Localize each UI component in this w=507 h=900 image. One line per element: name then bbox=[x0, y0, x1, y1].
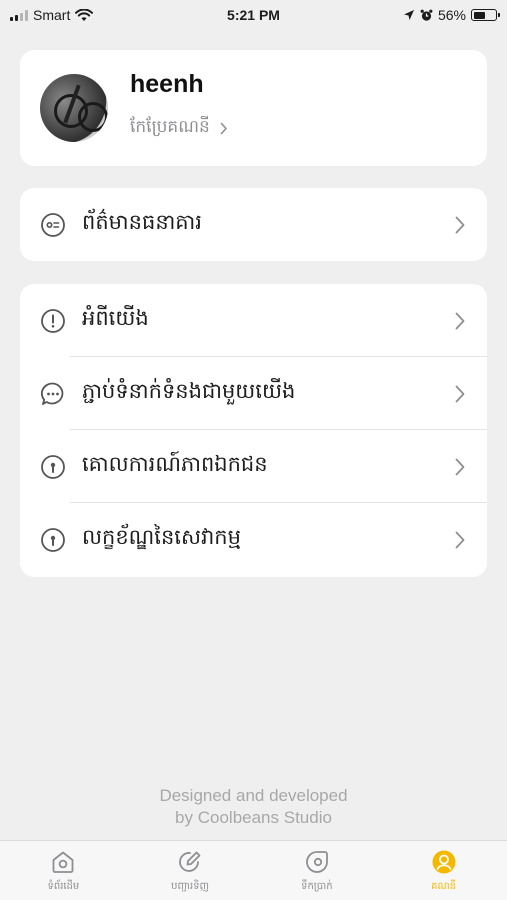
chevron-right-icon bbox=[455, 458, 465, 475]
chat-bubble-icon bbox=[40, 381, 66, 407]
battery-icon bbox=[471, 9, 500, 21]
tab-bar: ទំព័រដើម បញ្ជារទិញ ទឹកប្រាក់ គណនី bbox=[0, 840, 507, 900]
lock-icon bbox=[40, 527, 66, 553]
tab-orders-label: បញ្ជារទិញ bbox=[171, 881, 210, 892]
edit-account-label: កែប្រែគណនី bbox=[130, 117, 210, 137]
battery-percent: 56% bbox=[437, 7, 466, 23]
avatar[interactable] bbox=[40, 74, 108, 142]
tab-wallet-label: ទឹកប្រាក់ bbox=[301, 881, 333, 892]
account-icon bbox=[432, 850, 456, 874]
info-card: អំពីយើង ភ្ជាប់ទំនាក់ទំនងជាមួយយើង គោលការណ… bbox=[20, 284, 487, 577]
footer-line-2: by Coolbeans Studio bbox=[175, 808, 332, 827]
about-us-row[interactable]: អំពីយើង bbox=[20, 284, 487, 357]
signal-icon bbox=[10, 9, 28, 21]
bank-info-card: ព័ត៌មានធនាគារ bbox=[20, 188, 487, 261]
bank-info-label: ព័ត៌មានធនាគារ bbox=[82, 210, 202, 234]
bank-info-row[interactable]: ព័ត៌មានធនាគារ bbox=[20, 188, 487, 261]
chevron-right-icon bbox=[455, 531, 465, 548]
wifi-icon bbox=[75, 8, 94, 21]
terms-of-service-label: លក្ខខ័ណ្ឌនៃសេវាកម្ម bbox=[82, 525, 241, 549]
chevron-right-icon bbox=[455, 312, 465, 329]
chevron-right-icon bbox=[455, 216, 465, 233]
chevron-right-icon bbox=[455, 385, 465, 402]
tab-account-label: គណនី bbox=[431, 881, 457, 892]
footer-line-1: Designed and developed bbox=[159, 786, 348, 805]
status-left: Smart bbox=[10, 7, 94, 23]
edit-account-link[interactable]: កែប្រែគណនី bbox=[130, 116, 228, 141]
tab-orders[interactable]: បញ្ជារទិញ bbox=[127, 841, 254, 900]
status-right: 56% bbox=[403, 7, 500, 23]
carrier-name: Smart bbox=[33, 7, 71, 23]
wallet-icon bbox=[305, 851, 328, 873]
privacy-policy-row[interactable]: គោលការណ៍ភាពឯកជន bbox=[20, 430, 487, 503]
chevron-right-icon bbox=[220, 122, 227, 135]
footer-credit: Designed and developed by Coolbeans Stud… bbox=[0, 785, 507, 829]
tab-home-label: ទំព័រដើម bbox=[47, 881, 80, 892]
username: heenh bbox=[130, 70, 204, 98]
info-icon bbox=[40, 308, 66, 334]
privacy-policy-label: គោលការណ៍ភាពឯកជន bbox=[82, 452, 268, 476]
lock-icon bbox=[40, 454, 66, 480]
status-bar: Smart 5:21 PM 56% bbox=[0, 0, 507, 30]
tab-account[interactable]: គណនី bbox=[380, 841, 507, 900]
about-us-label: អំពីយើង bbox=[82, 306, 149, 330]
tab-wallet[interactable]: ទឹកប្រាក់ bbox=[254, 841, 381, 900]
orders-icon bbox=[179, 851, 201, 872]
location-arrow-icon bbox=[403, 10, 414, 20]
tab-home[interactable]: ទំព័រដើម bbox=[0, 841, 127, 900]
home-icon bbox=[52, 851, 74, 873]
terms-of-service-row[interactable]: លក្ខខ័ណ្ឌនៃសេវាកម្ម bbox=[20, 503, 487, 576]
contact-us-label: ភ្ជាប់ទំនាក់ទំនងជាមួយយើង bbox=[82, 379, 296, 403]
profile-card[interactable]: heenh កែប្រែគណនី bbox=[20, 50, 487, 166]
alarm-icon bbox=[420, 9, 433, 21]
battery-fill bbox=[473, 11, 486, 19]
id-card-icon bbox=[40, 212, 66, 238]
contact-us-row[interactable]: ភ្ជាប់ទំនាក់ទំនងជាមួយយើង bbox=[20, 357, 487, 430]
